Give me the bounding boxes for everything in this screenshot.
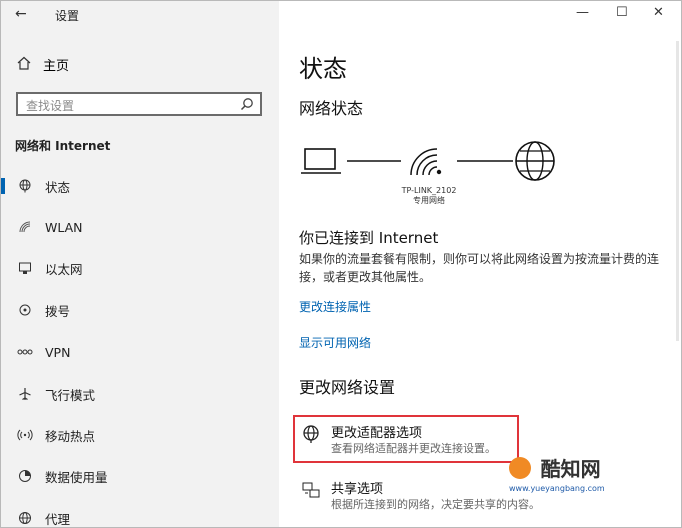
sidebar-item-label: 数据使用量 bbox=[45, 469, 108, 485]
sidebar: ← 设置 主页 查找设置 网络和 Internet 状态 WLAN 以太网 拨号… bbox=[1, 1, 279, 527]
internet-globe-icon bbox=[515, 141, 555, 181]
sidebar-item-status[interactable]: 状态 bbox=[1, 174, 279, 198]
status-globe-icon bbox=[15, 178, 35, 194]
hotspot-icon bbox=[15, 427, 35, 443]
app-title: 设置 bbox=[55, 9, 80, 23]
section-title: 网络和 Internet bbox=[15, 139, 111, 153]
watermark-text: 酷知网 bbox=[540, 457, 601, 481]
dialup-icon bbox=[15, 302, 35, 318]
airplane-icon bbox=[15, 386, 35, 402]
option-title: 更改适配器选项 bbox=[331, 426, 423, 441]
sidebar-item-home[interactable]: 主页 bbox=[17, 55, 69, 74]
sidebar-item-label: WLAN bbox=[45, 219, 83, 235]
show-available-networks-link[interactable]: 显示可用网络 bbox=[299, 334, 371, 351]
network-label: TP-LINK_2102 专用网络 bbox=[379, 186, 479, 206]
sidebar-item-dialup[interactable]: 拨号 bbox=[1, 298, 279, 322]
watermark-logo-icon bbox=[509, 456, 531, 479]
sidebar-item-wlan[interactable]: WLAN bbox=[1, 215, 279, 239]
scrollbar[interactable] bbox=[676, 41, 679, 341]
sidebar-item-vpn[interactable]: VPN bbox=[1, 340, 279, 364]
option-description: 根据所连接到的网络，决定要共享的内容。 bbox=[331, 498, 540, 511]
option-title: 共享选项 bbox=[331, 482, 384, 497]
back-button[interactable]: ← bbox=[15, 6, 27, 22]
ethernet-icon bbox=[15, 260, 35, 276]
home-label: 主页 bbox=[43, 59, 70, 74]
vpn-icon bbox=[15, 344, 35, 360]
sidebar-item-label: 飞行模式 bbox=[45, 387, 96, 403]
wifi-icon bbox=[15, 219, 35, 235]
search-input[interactable]: 查找设置 bbox=[16, 92, 262, 116]
connected-heading: 你已连接到 Internet bbox=[299, 229, 439, 247]
data-usage-icon bbox=[15, 468, 35, 484]
page-title: 状态 bbox=[299, 55, 347, 83]
change-connection-properties-link[interactable]: 更改连接属性 bbox=[299, 298, 371, 315]
sidebar-item-label: 移动热点 bbox=[45, 428, 96, 444]
sidebar-item-label: VPN bbox=[45, 344, 71, 360]
change-adapter-options[interactable]: 更改适配器选项 查看网络适配器并更改连接设置。 bbox=[299, 422, 659, 458]
sharing-icon bbox=[301, 480, 321, 500]
maximize-button[interactable]: ☐ bbox=[616, 5, 628, 20]
search-icon bbox=[240, 96, 254, 111]
sidebar-item-label: 以太网 bbox=[45, 261, 83, 277]
wifi-router-icon bbox=[410, 148, 442, 176]
option-description: 查看网络适配器并更改连接设置。 bbox=[331, 442, 496, 455]
change-settings-heading: 更改网络设置 bbox=[299, 378, 396, 397]
search-placeholder: 查找设置 bbox=[26, 99, 75, 113]
sidebar-item-airplane[interactable]: 飞行模式 bbox=[1, 382, 279, 406]
close-button[interactable]: ✕ bbox=[653, 5, 664, 20]
network-type: 专用网络 bbox=[413, 196, 445, 205]
settings-window: ← 设置 主页 查找设置 网络和 Internet 状态 WLAN 以太网 拨号… bbox=[0, 0, 682, 528]
minimize-button[interactable]: — bbox=[576, 5, 589, 20]
adapter-globe-icon bbox=[301, 424, 321, 444]
laptop-icon bbox=[301, 148, 341, 174]
sidebar-item-hotspot[interactable]: 移动热点 bbox=[1, 423, 279, 447]
sidebar-item-ethernet[interactable]: 以太网 bbox=[1, 256, 279, 280]
sidebar-item-proxy[interactable]: 代理 bbox=[1, 506, 279, 527]
proxy-globe-icon bbox=[15, 510, 35, 526]
sidebar-item-label: 拨号 bbox=[45, 303, 71, 319]
network-status-heading: 网络状态 bbox=[299, 99, 364, 118]
connected-description: 如果你的流量套餐有限制，则你可以将此网络设置为按流量计费的连接，或者更改其他属性… bbox=[299, 252, 660, 284]
home-icon bbox=[17, 56, 31, 74]
sidebar-item-label: 状态 bbox=[45, 179, 71, 195]
sidebar-item-data-usage[interactable]: 数据使用量 bbox=[1, 464, 279, 488]
sidebar-item-label: 代理 bbox=[45, 511, 71, 527]
watermark: 酷知网 www.yueyangbang.com bbox=[509, 453, 605, 493]
network-name: TP-LINK_2102 bbox=[401, 186, 457, 195]
content-pane: — ☐ ✕ 状态 网络状态 TP-LINK_2102 专用网络 你已连接到 In… bbox=[279, 1, 681, 527]
title-bar: ← 设置 bbox=[1, 1, 279, 29]
sharing-options[interactable]: 共享选项 根据所连接到的网络，决定要共享的内容。 bbox=[299, 478, 659, 514]
watermark-subtext: www.yueyangbang.com bbox=[509, 484, 605, 493]
